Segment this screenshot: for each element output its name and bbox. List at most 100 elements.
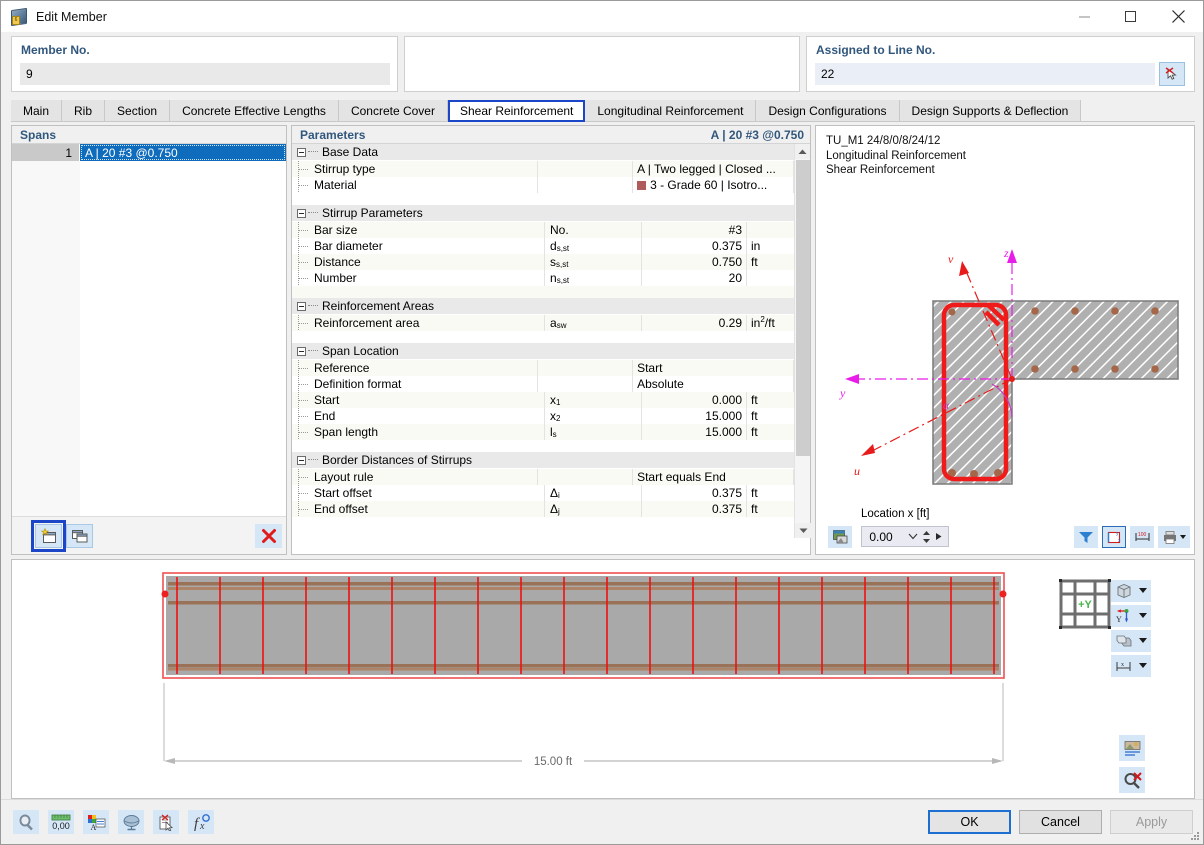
svg-text:x: x: [1118, 538, 1121, 544]
table-row[interactable]: Bar diameter d s,st 0.375 in: [292, 238, 794, 254]
minimize-icon[interactable]: [1061, 1, 1107, 32]
scroll-down-icon[interactable]: [795, 523, 811, 538]
resize-grip[interactable]: [1190, 831, 1200, 841]
group-reinforcement-areas[interactable]: Reinforcement Areas: [292, 298, 794, 315]
tab-shear-reinforcement[interactable]: Shear Reinforcement: [447, 100, 586, 122]
start-node-marker: [161, 590, 169, 598]
view-mode-icon[interactable]: [1111, 580, 1151, 602]
table-row[interactable]: Material 3 - Grade 60 | Isotro...: [292, 177, 794, 193]
axis-system-icon[interactable]: Y: [1111, 605, 1151, 627]
pick-line-icon[interactable]: [1159, 62, 1185, 86]
row-unit: [747, 270, 794, 286]
table-row[interactable]: Number n s,st 20: [292, 270, 794, 286]
row-value[interactable]: 15.000: [642, 424, 747, 440]
view-cube[interactable]: +Y: [1058, 578, 1112, 630]
group-span-location[interactable]: Span Location: [292, 343, 794, 360]
tab-longitudinal-reinforcement[interactable]: Longitudinal Reinforcement: [585, 100, 757, 122]
row-value[interactable]: 15.000: [642, 408, 747, 424]
tab-concrete-cover[interactable]: Concrete Cover: [338, 100, 448, 122]
collapse-icon[interactable]: [297, 346, 306, 356]
group-stirrup-parameters[interactable]: Stirrup Parameters: [292, 205, 794, 222]
tab-section[interactable]: Section: [105, 100, 171, 122]
collapse-icon[interactable]: [297, 147, 306, 157]
row-value[interactable]: 0.375: [642, 485, 747, 501]
dimension-icon[interactable]: x: [1111, 655, 1151, 677]
row-value[interactable]: 0.375: [642, 501, 747, 517]
legend-icon[interactable]: [1119, 735, 1145, 761]
row-value[interactable]: Absolute: [633, 376, 794, 392]
collapse-icon[interactable]: [297, 208, 306, 218]
formula-icon[interactable]: f x: [188, 810, 214, 834]
tab-rib[interactable]: Rib: [62, 100, 106, 122]
table-row[interactable]: End x2 15.000 ft: [292, 408, 794, 424]
tab-main[interactable]: Main: [11, 100, 63, 122]
cancel-button[interactable]: Cancel: [1019, 810, 1102, 834]
assigned-line-label: Assigned to Line No.: [816, 43, 936, 57]
clear-selection-icon[interactable]: [1119, 767, 1145, 793]
copy-span-icon[interactable]: [66, 524, 93, 548]
delete-span-icon[interactable]: [255, 524, 282, 548]
collapse-icon[interactable]: [297, 301, 306, 311]
scroll-up-icon[interactable]: [795, 144, 810, 159]
row-value[interactable]: 0.375: [642, 238, 747, 254]
scrollbar-thumb[interactable]: [796, 160, 810, 456]
group-base-data[interactable]: Base Data: [292, 144, 794, 161]
display-properties-icon[interactable]: A: [83, 810, 109, 834]
table-row[interactable]: Span length ls 15.000 ft: [292, 424, 794, 440]
row-label: Start offset: [314, 486, 372, 500]
row-value[interactable]: Start: [633, 360, 794, 376]
units-icon[interactable]: 0,00: [48, 810, 74, 834]
row-value[interactable]: 3 - Grade 60 | Isotro...: [633, 177, 794, 193]
row-value[interactable]: 0.29: [642, 315, 747, 331]
location-x-spinner[interactable]: 0.00: [861, 526, 949, 547]
tab-design-configurations[interactable]: Design Configurations: [756, 100, 900, 122]
group-border-distances[interactable]: Border Distances of Stirrups: [292, 452, 794, 469]
span-row[interactable]: 1 A | 20 #3 @0.750: [12, 144, 286, 161]
rendering-icon[interactable]: [1111, 630, 1151, 652]
spans-header: Spans: [12, 126, 286, 144]
help-search-icon[interactable]: [13, 810, 39, 834]
assigned-line-input[interactable]: 22: [815, 63, 1155, 85]
maximize-icon[interactable]: [1107, 1, 1153, 32]
row-value[interactable]: A | Two legged | Closed ...: [633, 161, 794, 177]
row-value[interactable]: 0.750: [642, 254, 747, 270]
table-row[interactable]: Bar size No. #3: [292, 222, 794, 238]
row-value[interactable]: Start equals End: [633, 469, 794, 485]
row-unit: ft: [751, 502, 758, 516]
tab-label: Longitudinal Reinforcement: [597, 103, 744, 118]
table-row[interactable]: Reinforcement area a sw 0.29 in 2/ft: [292, 315, 794, 331]
render-view-icon[interactable]: [828, 526, 852, 548]
row-value[interactable]: 20: [642, 270, 747, 286]
filter-icon[interactable]: [1074, 526, 1098, 548]
ok-button[interactable]: OK: [928, 810, 1011, 834]
print-icon[interactable]: [1158, 526, 1190, 548]
show-axes-icon[interactable]: y x: [1102, 526, 1126, 548]
row-value[interactable]: 0.000: [642, 392, 747, 408]
collapse-icon[interactable]: [297, 455, 306, 465]
tab-design-supports-deflection[interactable]: Design Supports & Deflection: [899, 100, 1082, 122]
view-cube-label: +Y: [1078, 599, 1092, 611]
table-row[interactable]: Stirrup type A | Two legged | Closed ...: [292, 161, 794, 177]
member-no-input[interactable]: 9: [20, 63, 390, 85]
parameters-scrollbar[interactable]: [794, 144, 811, 538]
row-symbol: [538, 177, 634, 193]
table-row[interactable]: Definition format Absolute: [292, 376, 794, 392]
table-row[interactable]: Distance s s,st 0.750 ft: [292, 254, 794, 270]
row-symbol: ls: [545, 424, 642, 440]
span-value[interactable]: A | 20 #3 @0.750: [80, 144, 286, 161]
close-icon[interactable]: [1153, 1, 1203, 32]
table-row[interactable]: Reference Start: [292, 360, 794, 376]
tab-label: Section: [117, 103, 158, 118]
report-icon[interactable]: [153, 810, 179, 834]
table-row[interactable]: Start offset Δi 0.375 ft: [292, 485, 794, 501]
table-row[interactable]: Start x1 0.000 ft: [292, 392, 794, 408]
visual-settings-icon[interactable]: [118, 810, 144, 834]
location-x-value[interactable]: 0.00: [862, 530, 908, 544]
row-value[interactable]: #3: [642, 222, 747, 238]
show-dimensions-icon[interactable]: 100: [1130, 526, 1154, 548]
tab-concrete-effective-lengths[interactable]: Concrete Effective Lengths: [170, 100, 339, 122]
table-row[interactable]: End offset Δj 0.375 ft: [292, 501, 794, 517]
row-unit: [747, 222, 794, 238]
beam-body: [166, 576, 1001, 675]
table-row[interactable]: Layout rule Start equals End: [292, 469, 794, 485]
